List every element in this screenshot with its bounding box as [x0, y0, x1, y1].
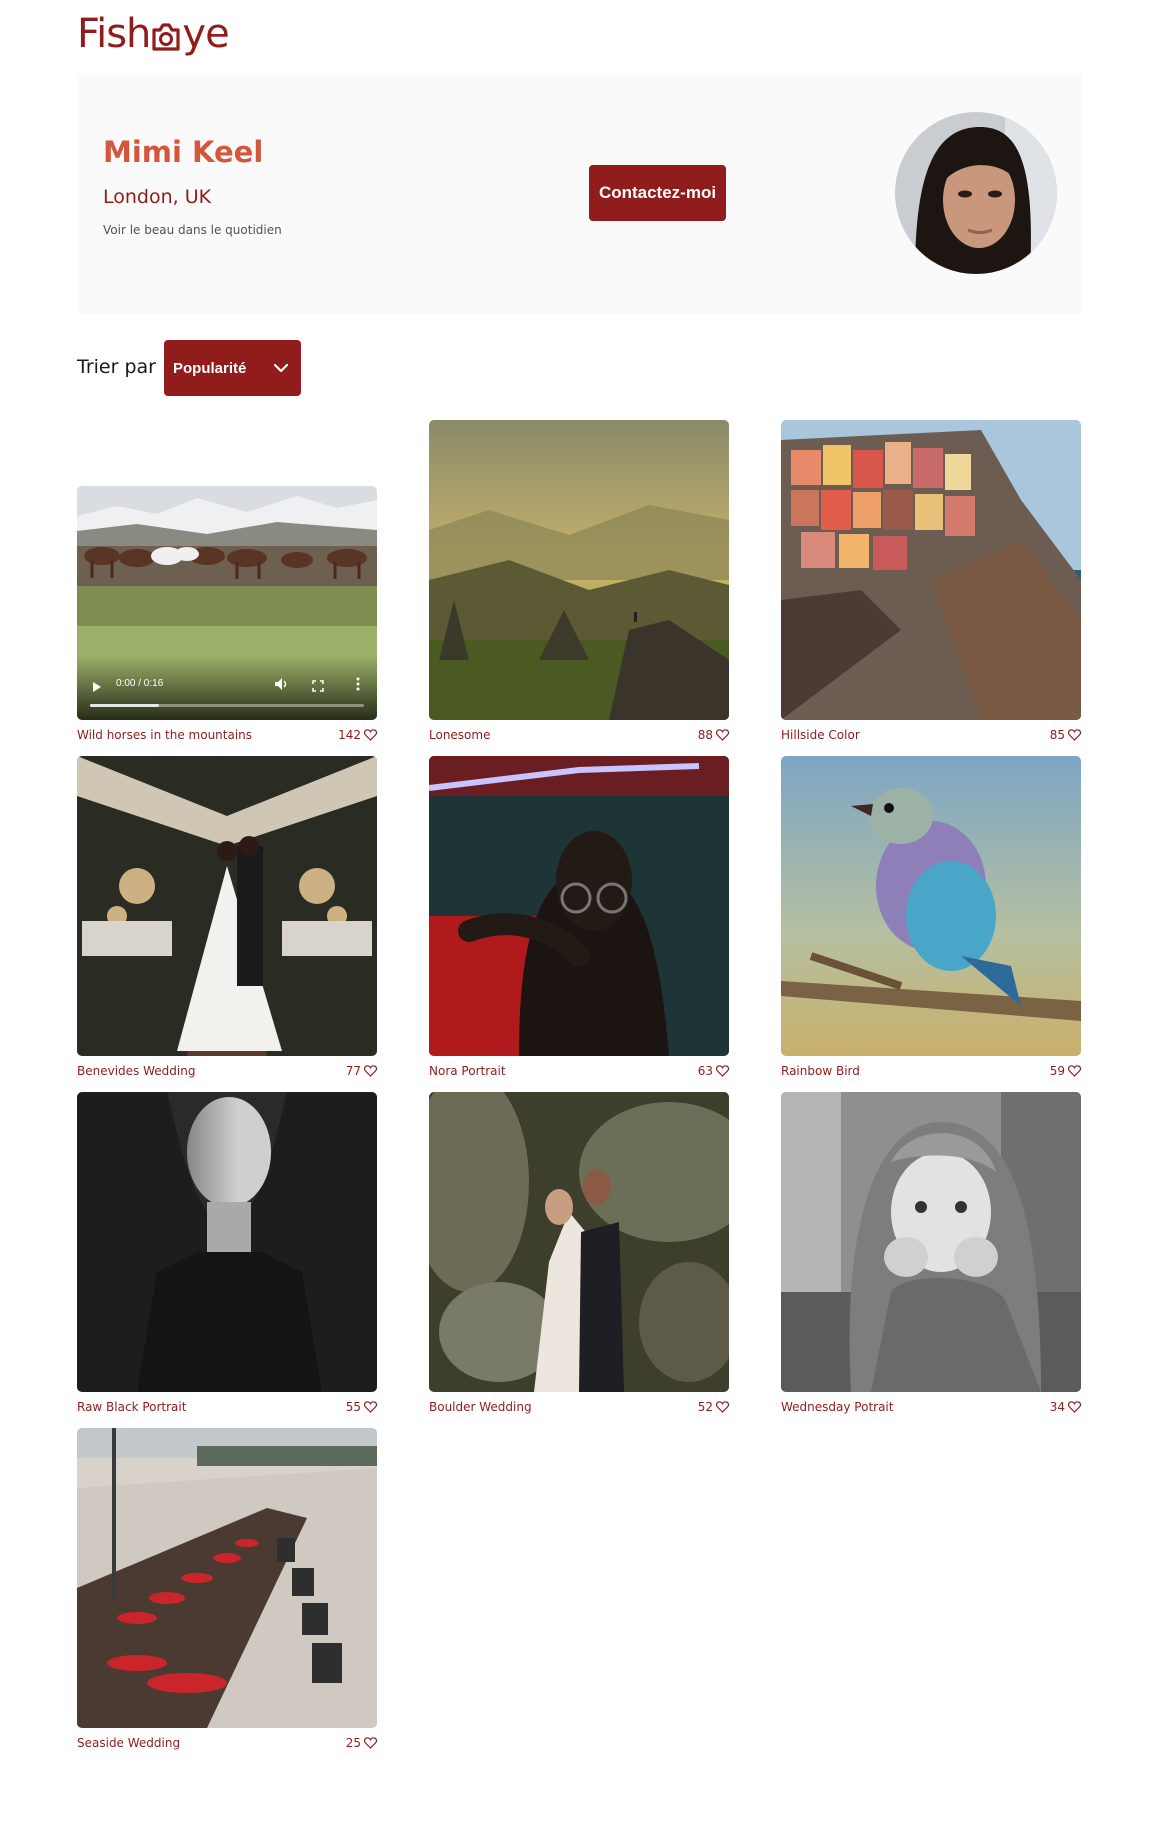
like-count: 77 [345, 1064, 361, 1078]
video-progress-fill [90, 704, 159, 707]
media-image[interactable] [781, 756, 1081, 1056]
sort-dropdown[interactable]: Popularité [164, 340, 301, 396]
like-button[interactable]: 88 [698, 728, 729, 742]
more-options-icon[interactable] [356, 676, 360, 695]
photographer-avatar [895, 112, 1057, 274]
sort-label: Trier par [77, 356, 156, 378]
photographer-name: Mimi Keel [103, 135, 264, 169]
heart-outline-icon [364, 1401, 377, 1413]
media-title: Boulder Wedding [429, 1400, 532, 1414]
video-controls: 0:00 / 0:16 [77, 656, 377, 720]
media-card: Benevides Wedding 77 [77, 756, 377, 1078]
media-title: Lonesome [429, 728, 491, 742]
camera-icon [151, 18, 181, 52]
video-time: 0:00 / 0:16 [116, 678, 164, 689]
like-count: 34 [1049, 1400, 1065, 1414]
like-button[interactable]: 52 [698, 1400, 729, 1414]
photographer-header: Mimi Keel London, UK Voir le beau dans l… [77, 73, 1082, 314]
media-card: Boulder Wedding 52 [429, 1092, 729, 1414]
heart-outline-icon [716, 729, 729, 741]
media-image[interactable] [77, 1092, 377, 1392]
media-card: Raw Black Portrait 55 [77, 1092, 377, 1414]
photographer-location: London, UK [103, 186, 212, 208]
media-card: Wednesday Potrait 34 [781, 1092, 1081, 1414]
play-icon[interactable] [92, 678, 102, 697]
heart-outline-icon [716, 1401, 729, 1413]
media-card: 0:00 / 0:16 Wild horses in the mountains… [77, 420, 377, 742]
media-title: Benevides Wedding [77, 1064, 196, 1078]
media-image[interactable] [781, 420, 1081, 720]
media-image[interactable] [429, 420, 729, 720]
heart-outline-icon [1068, 1065, 1081, 1077]
photographer-tagline: Voir le beau dans le quotidien [103, 223, 282, 237]
like-button[interactable]: 85 [1050, 728, 1081, 742]
media-title: Nora Portrait [429, 1064, 506, 1078]
heart-outline-icon [716, 1065, 729, 1077]
like-count: 52 [697, 1400, 713, 1414]
media-title: Seaside Wedding [77, 1736, 181, 1750]
heart-outline-icon [364, 729, 377, 741]
media-card: Nora Portrait 63 [429, 756, 729, 1078]
media-image[interactable] [77, 1428, 377, 1728]
media-image[interactable] [77, 756, 377, 1056]
chevron-down-icon [273, 360, 289, 380]
like-button[interactable]: 25 [346, 1736, 377, 1750]
like-count: 63 [697, 1064, 713, 1078]
media-card: Lonesome 88 [429, 420, 729, 742]
heart-outline-icon [1068, 1401, 1081, 1413]
fullscreen-icon[interactable] [312, 677, 324, 696]
like-count: 88 [697, 728, 713, 742]
media-image[interactable] [429, 1092, 729, 1392]
logo-text-end: ye [182, 11, 229, 57]
contact-button[interactable]: Contactez-moi [589, 165, 726, 221]
media-card: Hillside Color 85 [781, 420, 1081, 742]
like-count: 142 [338, 728, 361, 742]
volume-icon[interactable] [274, 676, 288, 695]
media-title: Raw Black Portrait [77, 1400, 187, 1414]
media-title: Rainbow Bird [781, 1064, 860, 1078]
media-title: Wednesday Potrait [781, 1400, 894, 1414]
media-card: Rainbow Bird 59 [781, 756, 1081, 1078]
like-button[interactable]: 34 [1050, 1400, 1081, 1414]
media-video[interactable]: 0:00 / 0:16 [77, 486, 377, 720]
logo-text-start: Fish [77, 11, 151, 57]
like-count: 55 [345, 1400, 361, 1414]
like-button[interactable]: 55 [346, 1400, 377, 1414]
media-image[interactable] [429, 756, 729, 1056]
like-count: 59 [1049, 1064, 1065, 1078]
video-progress-track[interactable] [90, 704, 364, 707]
like-button[interactable]: 63 [698, 1064, 729, 1078]
media-title: Hillside Color [781, 728, 860, 742]
media-image[interactable] [781, 1092, 1081, 1392]
heart-outline-icon [1068, 729, 1081, 741]
media-title: Wild horses in the mountains [77, 728, 253, 742]
heart-outline-icon [364, 1737, 377, 1749]
like-button[interactable]: 77 [346, 1064, 377, 1078]
like-button[interactable]: 59 [1050, 1064, 1081, 1078]
media-card: Seaside Wedding 25 [77, 1428, 377, 1750]
like-count: 25 [345, 1736, 361, 1750]
fisheye-logo[interactable]: Fish ye [77, 10, 230, 58]
sort-selected-value: Popularité [173, 359, 247, 377]
heart-outline-icon [364, 1065, 377, 1077]
like-button[interactable]: 142 [338, 728, 377, 742]
like-count: 85 [1049, 728, 1065, 742]
